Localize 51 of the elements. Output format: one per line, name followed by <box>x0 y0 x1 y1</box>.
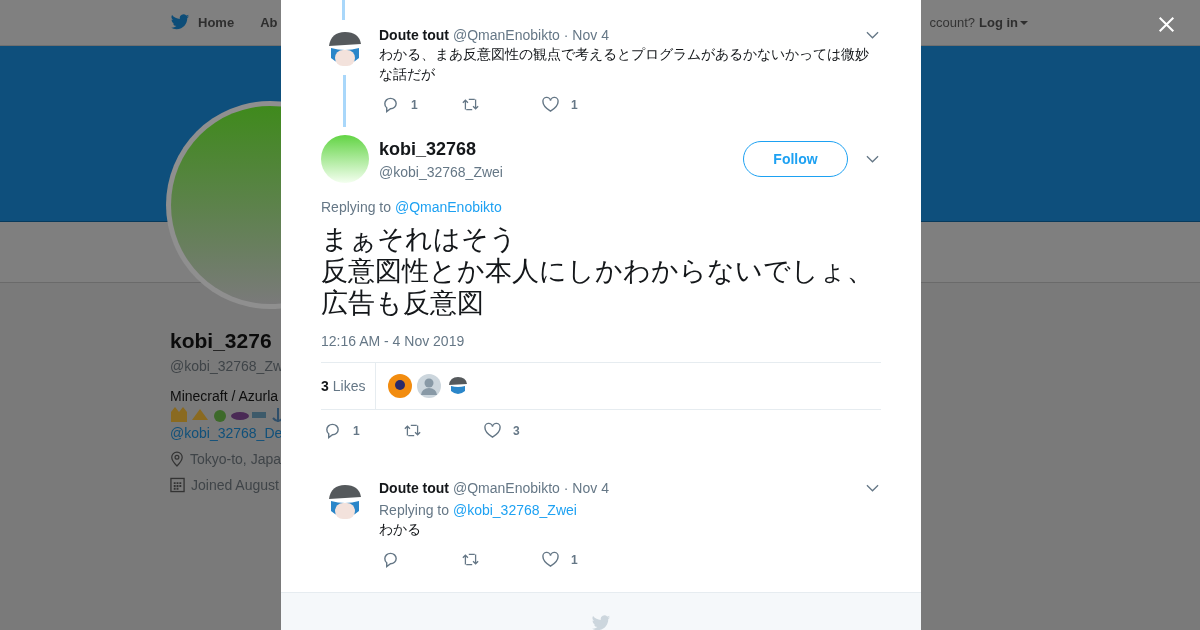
author-name[interactable]: Doute tout <box>379 27 449 43</box>
profile-bio: Minecraft / Azurla <box>170 388 280 404</box>
tweet-text: まぁそれはそう 反意図性とか本人にしかわからないでしょ、 広告も反意図 <box>321 223 875 319</box>
mention-link[interactable]: @kobi_32768_Zwei <box>452 502 577 518</box>
action-count: 1 <box>411 97 418 112</box>
login-prompt: ccount? <box>929 15 975 30</box>
reply-icon[interactable] <box>382 551 399 568</box>
author-handle[interactable]: @QmanEnobikto <box>453 480 560 496</box>
author-name[interactable]: kobi_32768 <box>379 138 503 160</box>
mention-link[interactable]: @QmanEnobikto <box>394 199 502 215</box>
heart-icon[interactable] <box>542 96 559 113</box>
login-link[interactable]: Log in <box>979 15 1028 30</box>
heart-icon[interactable] <box>542 551 559 568</box>
reply-icon[interactable] <box>324 422 341 439</box>
profile-handle: @kobi_32768_Zw <box>170 358 281 374</box>
tweet-text: わかる <box>379 520 422 539</box>
tweet-date[interactable]: · Nov 4 <box>563 27 609 43</box>
bird-icon <box>591 615 611 630</box>
retweet-icon[interactable] <box>462 96 479 113</box>
avatar <box>321 135 369 183</box>
action-count: 1 <box>571 97 578 112</box>
replying-label: Replying to <box>321 199 392 215</box>
action-count: 1 <box>571 552 578 567</box>
replying-label: Replying to <box>379 502 450 518</box>
location-icon <box>170 451 184 467</box>
avatar[interactable] <box>388 374 413 398</box>
author-handle[interactable]: @QmanEnobikto <box>453 27 560 43</box>
retweet-icon[interactable] <box>404 422 421 439</box>
likes-count[interactable]: 3 Likes <box>321 363 377 409</box>
heart-icon[interactable] <box>484 422 501 439</box>
calendar-icon <box>170 477 185 493</box>
action-count: 3 <box>513 423 520 438</box>
bird-icon[interactable] <box>170 14 190 31</box>
chevron-icon[interactable] <box>866 155 879 163</box>
chevron-icon[interactable] <box>866 484 879 492</box>
close-icon[interactable] <box>1158 16 1175 33</box>
reply-icon[interactable] <box>382 96 399 113</box>
retweet-icon[interactable] <box>462 551 479 568</box>
follow-button[interactable]: Follow <box>743 141 848 177</box>
nav-link[interactable]: Home <box>198 15 235 30</box>
profile-name: kobi_3276 <box>170 329 273 353</box>
location-text: Tokyo-to, Japa <box>189 451 281 467</box>
tweet-timestamp[interactable]: 12:16 AM - 4 Nov 2019 <box>321 333 881 349</box>
chevron-icon[interactable] <box>866 31 879 39</box>
action-count: 1 <box>353 423 360 438</box>
author-handle[interactable]: @kobi_32768_Zwei <box>379 163 503 180</box>
tweet-text: わかる、まあ反意図性の観点で考えるとプログラムがあるかないかっては微妙な話だが <box>379 45 870 84</box>
author-name[interactable]: Doute tout <box>379 480 449 496</box>
nav-link[interactable]: Ab <box>260 15 278 30</box>
joined-text: Joined August <box>191 477 279 493</box>
tweet-date[interactable]: · Nov 4 <box>563 480 609 496</box>
